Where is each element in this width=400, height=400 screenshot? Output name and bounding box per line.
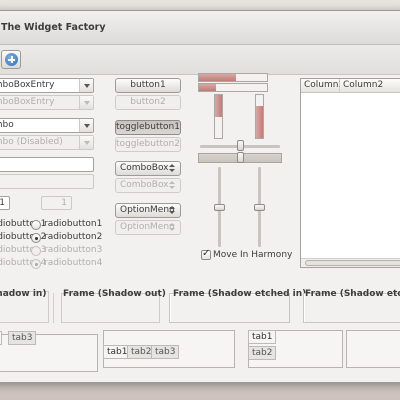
combobox-entry-disabled-text: ComboBoxEntry: [0, 97, 55, 107]
radio-label: radiobutton1: [44, 219, 103, 229]
notebook-1-tab-left[interactable]: [0, 331, 2, 345]
progress-fill: [215, 95, 222, 117]
chevron-down-icon[interactable]: [79, 79, 93, 92]
add-button[interactable]: [1, 50, 21, 69]
combobox-label: ComboBox: [120, 180, 169, 190]
text-entry[interactable]: [0, 157, 94, 172]
optionmenu-label: OptionMenu: [120, 205, 175, 215]
radio-indicator: [31, 233, 41, 243]
spin-value-disabled: 1: [61, 198, 67, 208]
hscale-1-slider[interactable]: [237, 140, 244, 151]
frame-separator: [53, 293, 54, 323]
list-add-icon: [5, 53, 18, 66]
radio-indicator: [31, 246, 41, 256]
progress-bar-vertical-2: [255, 94, 264, 139]
horizontal-scrollbar[interactable]: [301, 258, 400, 267]
notebook-2-tab3[interactable]: tab3: [151, 345, 180, 359]
notebook-1-tab3[interactable]: tab3: [8, 331, 37, 345]
chevron-down-icon: [79, 136, 93, 149]
toolbar: [0, 45, 400, 75]
notebook-4: [346, 330, 400, 368]
combo-entry-text: Combo: [0, 120, 14, 130]
chevron-down-icon[interactable]: [79, 119, 93, 132]
notebook-3-tab1[interactable]: tab1: [248, 330, 277, 344]
optionmenu-label: OptionMenu: [120, 222, 175, 232]
progress-bar-horizontal-1: [198, 73, 268, 82]
combobox-entry-text: ComboBoxEntry: [0, 80, 55, 90]
progress-bar-vertical-1: [214, 94, 223, 139]
spin-button-disabled: 1: [41, 196, 72, 210]
combo-entry[interactable]: Combo: [0, 118, 94, 133]
vscale-2-slider[interactable]: [254, 204, 265, 211]
frame-shadow-out-label: Frame (Shadow out): [63, 289, 166, 299]
radio-indicator: [31, 220, 41, 230]
updown-arrows-icon: [168, 206, 176, 215]
combobox-label: ComboBox: [120, 163, 169, 173]
progress-fill: [256, 105, 263, 138]
column-header-1[interactable]: Column1: [301, 79, 344, 93]
radio-label: radiobutton4: [44, 258, 103, 268]
scrollbar-thumb[interactable]: [305, 260, 400, 266]
text-entry-disabled: [0, 174, 94, 189]
window-title: The Widget Factory: [1, 22, 106, 33]
button1[interactable]: button1: [115, 78, 181, 93]
move-in-harmony-checkbox[interactable]: [201, 248, 211, 260]
progress-fill: [199, 74, 237, 81]
widget-factory-window: The Widget Factory ComboBoxEntry ComboBo…: [0, 10, 400, 383]
tree-view[interactable]: Column1 Column2: [300, 78, 400, 268]
combobox-entry-disabled: ComboBoxEntry: [0, 95, 94, 110]
radio-label: radiobutton3: [44, 245, 103, 255]
frame-shadow-etched-out-label: Frame (Shadow etched out): [305, 289, 400, 299]
combobox-entry[interactable]: ComboBoxEntry: [0, 78, 94, 93]
updown-arrows-icon: [168, 164, 176, 173]
updown-arrows-icon: [168, 223, 176, 232]
title-bar[interactable]: The Widget Factory: [0, 11, 400, 45]
frame-shadow-in-label: Frame (Shadow in): [0, 289, 47, 299]
notebook-3-tab2[interactable]: tab2: [248, 346, 277, 360]
move-in-harmony-label: Move In Harmony: [213, 250, 293, 260]
progress-bar-horizontal-2: [198, 83, 268, 92]
chevron-down-icon: [79, 96, 93, 109]
combo-entry-disabled-text: Combo (Disabled): [0, 137, 63, 147]
button2: button2: [115, 95, 181, 110]
updown-arrows-icon: [168, 181, 176, 190]
combobox-button-disabled: ComboBox: [115, 178, 181, 193]
frame-shadow-etched-in-label: Frame (Shadow etched in): [173, 289, 307, 299]
radio-indicator: [31, 259, 41, 269]
combo-entry-disabled: Combo (Disabled): [0, 135, 94, 150]
progress-fill: [199, 84, 216, 91]
togglebutton2: togglebutton2: [115, 137, 181, 152]
togglebutton1[interactable]: togglebutton1: [115, 120, 181, 135]
hscale-2-slider[interactable]: [237, 152, 244, 163]
radio-label: radiobutton2: [44, 232, 103, 242]
spin-button[interactable]: 1: [0, 196, 10, 210]
combobox-button[interactable]: ComboBox: [115, 161, 181, 176]
optionmenu-button-disabled: OptionMenu: [115, 220, 181, 235]
vscale-1-slider[interactable]: [214, 204, 225, 211]
spin-value: 1: [0, 198, 5, 208]
column-header-2[interactable]: Column2: [340, 79, 400, 93]
optionmenu-button[interactable]: OptionMenu: [115, 203, 181, 218]
